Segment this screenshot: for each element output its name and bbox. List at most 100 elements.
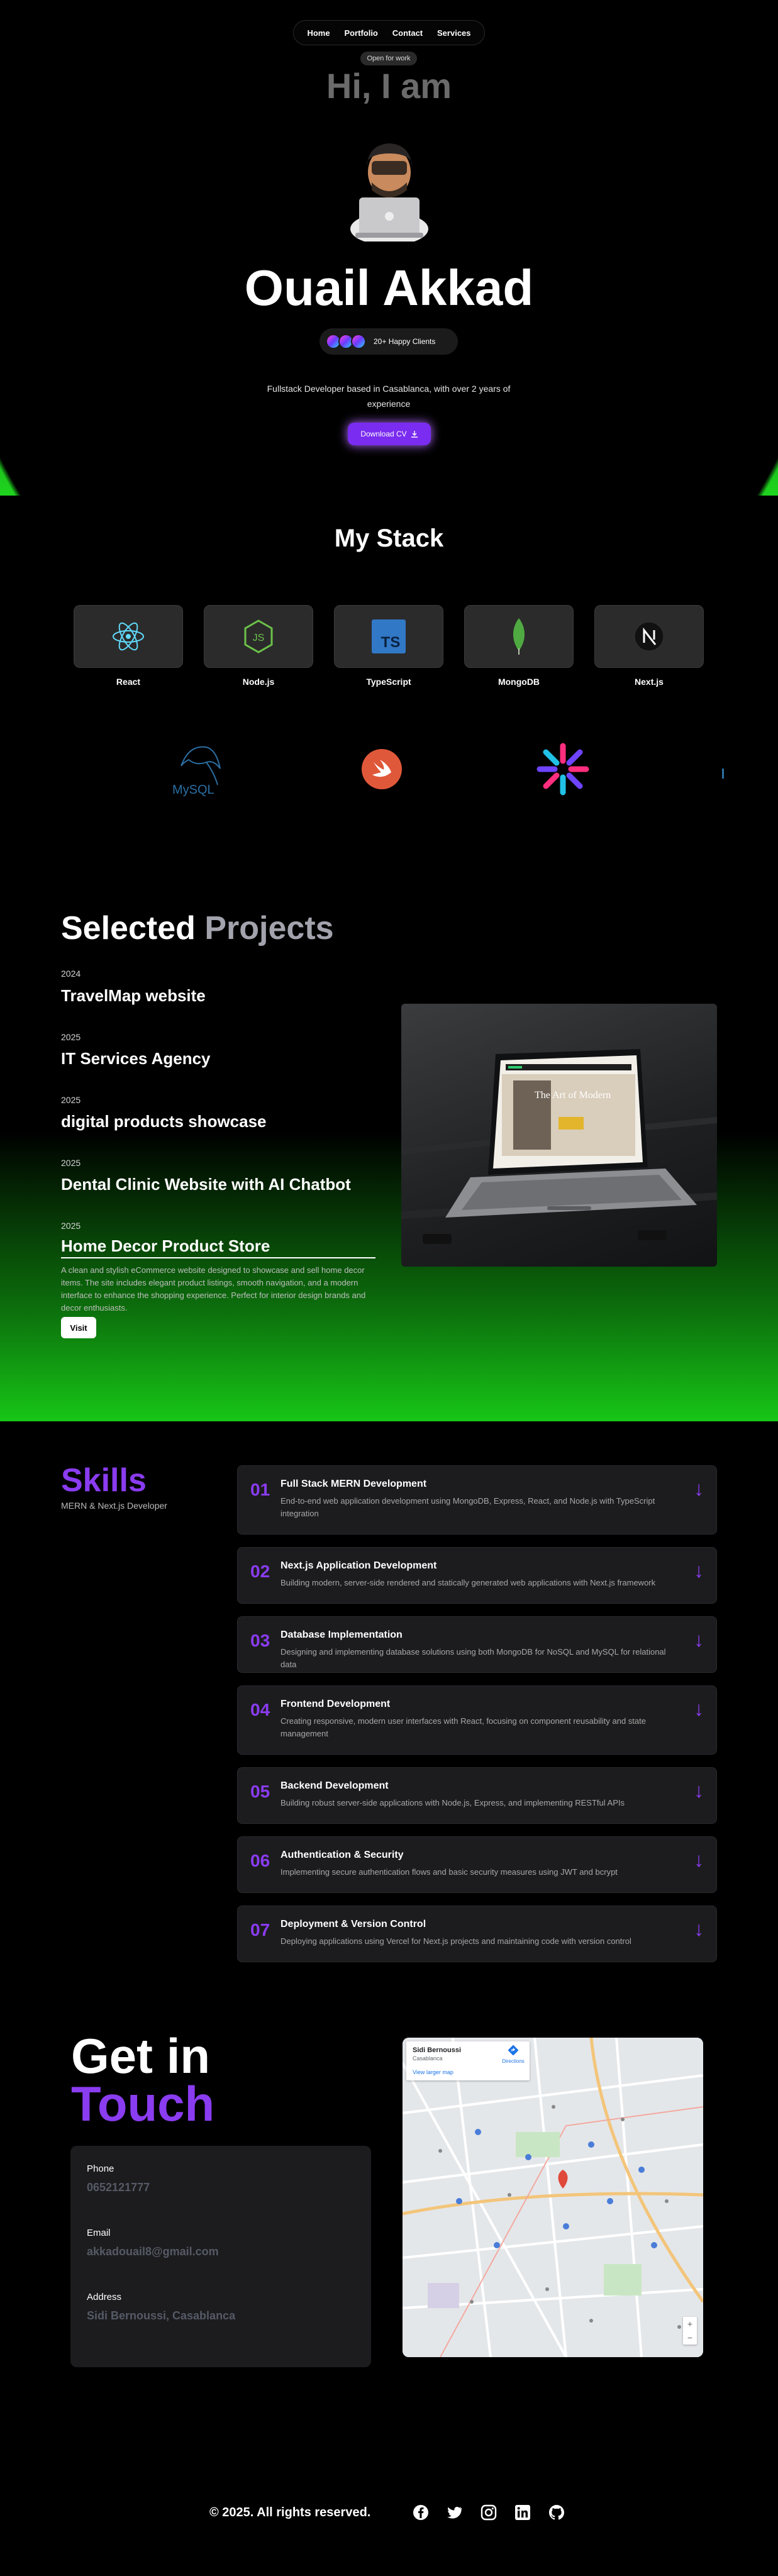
skill-number: 05	[250, 1782, 270, 1801]
projects-title-a: Selected	[61, 910, 196, 947]
skill-title: Frontend Development	[281, 1699, 391, 1709]
visit-button[interactable]: Visit	[61, 1317, 96, 1338]
project-item-it-services[interactable]: IT Services Agency	[61, 1049, 211, 1069]
skill-card[interactable]: 05 Backend Development Building robust s…	[237, 1767, 717, 1824]
nodejs-icon: JS	[244, 619, 273, 653]
skill-card[interactable]: 02 Next.js Application Development Build…	[237, 1547, 717, 1604]
skill-card[interactable]: 06 Authentication & Security Implementin…	[237, 1836, 717, 1893]
facebook-icon[interactable]	[413, 2504, 429, 2521]
map-place-card: Sidi Bernoussi Casablanca View larger ma…	[406, 2041, 530, 2080]
clients-label: 20+ Happy Clients	[374, 337, 436, 346]
mysql-text: MySQL	[172, 783, 214, 797]
project-year: 2025	[61, 1032, 81, 1042]
contact-card: Phone 0652121777 Email akkadouail8@gmail…	[70, 2146, 371, 2367]
arrow-down-icon: ↓	[694, 1779, 704, 1802]
skill-number: 02	[250, 1562, 270, 1581]
phone-label: Phone	[87, 2163, 114, 2174]
address-label: Address	[87, 2292, 122, 2302]
stack-label-nodejs: Node.js	[242, 677, 275, 687]
skill-title: Database Implementation	[281, 1629, 403, 1640]
mysql-icon: MySQL	[172, 746, 221, 797]
contact-title-a: Get in	[71, 2028, 211, 2084]
projects-title-b: Projects	[204, 910, 334, 947]
skill-description: Deploying applications using Vercel for …	[281, 1936, 631, 1946]
skill-card[interactable]: 03 Database Implementation Designing and…	[237, 1616, 717, 1673]
skill-number: 07	[250, 1920, 270, 1940]
email-value[interactable]: akkadouail8@gmail.com	[87, 2245, 219, 2258]
skill-number: 06	[250, 1851, 270, 1870]
github-icon[interactable]	[548, 2504, 565, 2521]
project-description: A clean and stylish eCommerce website de…	[61, 1265, 366, 1313]
project-item-digital-products[interactable]: digital products showcase	[61, 1112, 267, 1131]
nav-home[interactable]: Home	[307, 28, 330, 38]
hero-greeting: Hi, I am	[326, 66, 452, 106]
map-zoom-controls: + −	[683, 2317, 697, 2345]
stack-tile-typescript: TS	[334, 605, 443, 668]
linkedin-icon[interactable]	[514, 2504, 531, 2521]
footer-copyright: © 2025. All rights reserved.	[209, 2506, 371, 2519]
skill-description: Designing and implementing database solu…	[281, 1647, 666, 1669]
react-icon	[113, 622, 144, 651]
nav-services[interactable]: Services	[437, 28, 471, 38]
stack-label-mongodb: MongoDB	[497, 677, 540, 687]
nav-portfolio[interactable]: Portfolio	[344, 28, 377, 38]
status-badge: Open for work	[360, 52, 417, 65]
swift-icon	[362, 749, 402, 789]
skill-description: Creating responsive, modern user interfa…	[281, 1716, 646, 1738]
project-year: 2025	[61, 1221, 81, 1231]
nextjs-icon	[634, 621, 664, 652]
arrow-down-icon: ↓	[694, 1848, 704, 1871]
stack-tile-mongodb	[464, 605, 574, 668]
stack-title: My Stack	[334, 525, 444, 552]
arrow-down-icon: ↓	[694, 1559, 704, 1582]
download-icon	[411, 431, 418, 438]
skill-card[interactable]: 07 Deployment & Version Control Deployin…	[237, 1906, 717, 1962]
map-directions[interactable]: Directions	[501, 2045, 526, 2064]
laptop-mockup-image: The Art of Modern	[401, 1049, 717, 1244]
skill-title: Next.js Application Development	[281, 1560, 437, 1571]
skill-card[interactable]: 04 Frontend Development Creating respons…	[237, 1685, 717, 1755]
project-item-home-decor[interactable]: Home Decor Product Store	[61, 1236, 375, 1258]
zoom-in-button[interactable]: +	[683, 2317, 697, 2331]
avatar	[350, 143, 428, 242]
directions-icon	[508, 2045, 519, 2056]
scroll-marker	[722, 769, 724, 779]
svg-text:JS: JS	[253, 633, 265, 643]
arrow-down-icon: ↓	[694, 1697, 704, 1720]
project-item-travelmap[interactable]: TravelMap website	[61, 986, 206, 1006]
skill-number: 01	[250, 1480, 270, 1499]
arrow-down-icon: ↓	[694, 1918, 704, 1940]
project-item-dental-clinic[interactable]: Dental Clinic Website with AI Chatbot	[61, 1175, 351, 1194]
arrow-down-icon: ↓	[694, 1477, 704, 1500]
projects-title: Selected Projects	[61, 909, 334, 947]
skill-title: Backend Development	[281, 1780, 389, 1791]
stack-tile-nextjs	[594, 605, 704, 668]
mongodb-icon	[513, 618, 525, 655]
map-larger-link[interactable]: View larger map	[413, 2069, 453, 2075]
starburst-icon	[536, 743, 589, 796]
client-avatar	[351, 334, 366, 349]
download-cv-button[interactable]: Download CV	[348, 423, 431, 445]
contact-title-b: Touch	[71, 2076, 215, 2131]
skill-title: Full Stack MERN Development	[281, 1479, 427, 1489]
skill-title: Deployment & Version Control	[281, 1919, 426, 1929]
top-navbar: Home Portfolio Contact Services	[293, 20, 485, 45]
project-preview-image: The Art of Modern	[401, 1004, 717, 1267]
phone-value[interactable]: 0652121777	[87, 2181, 150, 2194]
skill-card[interactable]: 01 Full Stack MERN Development End-to-en…	[237, 1465, 717, 1535]
zoom-out-button[interactable]: −	[683, 2331, 697, 2345]
arrow-down-icon: ↓	[694, 1628, 704, 1651]
skill-description: Building modern, server-side rendered an…	[281, 1578, 656, 1587]
nav-contact[interactable]: Contact	[392, 28, 423, 38]
map-canvas[interactable]	[403, 2038, 703, 2357]
hero-description: Fullstack Developer based in Casablanca,…	[267, 384, 511, 409]
skill-description: End-to-end web application development u…	[281, 1496, 655, 1518]
twitter-icon[interactable]	[447, 2504, 463, 2521]
project-year: 2024	[61, 969, 81, 979]
address-value: Sidi Bernoussi, Casablanca	[87, 2309, 236, 2322]
skill-description: Implementing secure authentication flows…	[281, 1867, 618, 1877]
stack-label-typescript: TypeScript	[366, 677, 411, 687]
instagram-icon[interactable]	[481, 2504, 497, 2521]
happy-clients-pill: 20+ Happy Clients	[320, 328, 458, 355]
embedded-map[interactable]: Sidi Bernoussi Casablanca View larger ma…	[403, 2038, 703, 2357]
